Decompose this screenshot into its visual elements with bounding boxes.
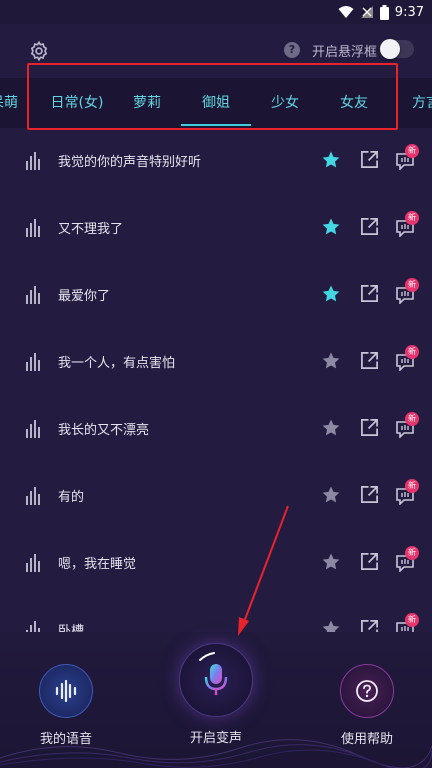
new-badge: 新 <box>405 412 419 426</box>
list-item[interactable]: 最爱你了 新 <box>0 262 432 329</box>
waveform-icon <box>26 219 40 237</box>
star-icon[interactable] <box>321 418 341 438</box>
new-badge: 新 <box>405 211 419 225</box>
star-icon[interactable] <box>321 284 341 304</box>
waveform-icon <box>26 353 40 371</box>
progress-arc <box>199 652 215 661</box>
message-button[interactable]: 新 <box>396 546 419 573</box>
share-icon[interactable] <box>360 552 379 571</box>
message-button[interactable]: 新 <box>396 479 419 506</box>
waveform-icon <box>26 420 40 438</box>
voice-title: 嗯，我在睡觉 <box>58 557 137 572</box>
start-voice-change-label: 开启变声 <box>189 731 242 746</box>
help-button[interactable]: 使用帮助 <box>326 664 408 747</box>
message-button[interactable]: 新 <box>396 278 419 305</box>
help-label: 使用帮助 <box>340 732 393 747</box>
star-icon[interactable] <box>321 619 341 632</box>
wifi-icon <box>338 6 354 18</box>
new-badge: 新 <box>405 546 419 560</box>
voice-title: 我觉的你的声音特别好听 <box>58 155 202 170</box>
star-icon[interactable] <box>321 552 341 572</box>
waveform-icon <box>26 621 40 632</box>
list-item[interactable]: 卧槽 新 <box>0 597 432 632</box>
share-icon[interactable] <box>360 351 379 370</box>
star-icon[interactable] <box>321 150 341 170</box>
list-item[interactable]: 我一个人，有点害怕 新 <box>0 329 432 396</box>
question-icon[interactable]: ? <box>284 42 300 58</box>
my-voice-button[interactable]: 我的语音 <box>25 664 107 747</box>
new-badge: 新 <box>405 613 419 627</box>
help-circle <box>340 664 394 718</box>
list-item[interactable]: 有的 新 <box>0 463 432 530</box>
voice-list: 我觉的你的声音特别好听新又不理我了新最爱你了新我一个人，有点害怕新我长的又不漂亮… <box>0 128 432 632</box>
share-icon[interactable] <box>360 485 379 504</box>
voice-title: 有的 <box>58 490 85 505</box>
message-button[interactable]: 新 <box>396 412 419 439</box>
new-badge: 新 <box>405 345 419 359</box>
voice-title: 我长的又不漂亮 <box>58 423 150 438</box>
start-voice-change-button[interactable]: 开启变声 <box>176 643 256 746</box>
waveform-icon <box>26 152 40 170</box>
new-badge: 新 <box>405 278 419 292</box>
star-icon[interactable] <box>321 485 341 505</box>
status-icons: 9:37 <box>338 2 424 22</box>
voice-title: 最爱你了 <box>58 289 111 304</box>
mic-circle <box>179 643 253 717</box>
question-circle-icon <box>356 680 378 702</box>
message-button[interactable]: 新 <box>396 144 419 171</box>
share-icon[interactable] <box>360 284 379 303</box>
list-item[interactable]: 我长的又不漂亮 新 <box>0 396 432 463</box>
waveform-icon <box>26 487 40 505</box>
share-icon[interactable] <box>360 217 379 236</box>
voice-title: 又不理我了 <box>58 222 124 237</box>
my-voice-label: 我的语音 <box>39 732 92 747</box>
new-badge: 新 <box>405 479 419 493</box>
annotation-highlight-box <box>27 63 398 130</box>
float-window-toggle[interactable] <box>380 39 414 59</box>
toggle-knob <box>380 39 400 59</box>
waveform-icon <box>26 554 40 572</box>
bottom-nav: 我的语音 开启变声 使用帮助 <box>0 632 432 768</box>
message-button[interactable]: 新 <box>396 613 419 632</box>
my-voice-circle <box>39 664 93 718</box>
message-button[interactable]: 新 <box>396 211 419 238</box>
voice-title: 卧槽 <box>58 624 85 632</box>
star-icon[interactable] <box>321 217 341 237</box>
message-button[interactable]: 新 <box>396 345 419 372</box>
status-bar: 9:37 <box>0 0 432 24</box>
list-item[interactable]: 又不理我了 新 <box>0 195 432 262</box>
waveform-icon <box>55 680 77 702</box>
tab-dialect[interactable]: 方言 <box>412 78 432 128</box>
battery-icon <box>379 4 389 20</box>
signal-icon <box>360 6 373 18</box>
voice-title: 我一个人，有点害怕 <box>58 356 176 371</box>
gear-icon[interactable] <box>28 40 50 62</box>
star-icon[interactable] <box>321 351 341 371</box>
share-icon[interactable] <box>360 418 379 437</box>
tab-daimeng[interactable]: 呆萌 <box>0 78 18 128</box>
float-window-label: 开启悬浮框 <box>312 45 378 60</box>
status-time: 9:37 <box>394 4 424 20</box>
waveform-icon <box>26 286 40 304</box>
list-item[interactable]: 我觉的你的声音特别好听 新 <box>0 128 432 195</box>
share-icon[interactable] <box>360 150 379 169</box>
list-item[interactable]: 嗯，我在睡觉 新 <box>0 530 432 597</box>
share-icon[interactable] <box>360 619 379 632</box>
new-badge: 新 <box>405 144 419 158</box>
